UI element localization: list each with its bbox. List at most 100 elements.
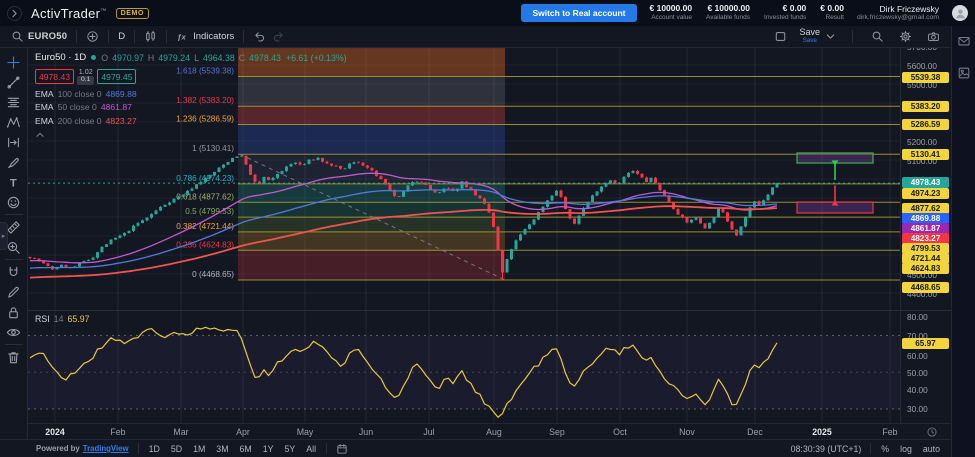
rsi-chart[interactable] xyxy=(28,311,900,423)
tool-fib-retracement[interactable] xyxy=(3,92,25,112)
price-badge: 5286.59 xyxy=(902,119,949,130)
tool-eye[interactable] xyxy=(3,322,25,342)
tool-lock[interactable] xyxy=(3,302,25,322)
gallery-icon[interactable] xyxy=(957,66,971,85)
time-axis-label: Dec xyxy=(747,427,763,437)
auto-scale-toggle[interactable]: auto xyxy=(922,444,941,454)
sell-button[interactable]: 4978.43 xyxy=(35,69,74,84)
divider xyxy=(138,443,139,454)
log-scale-toggle[interactable]: log xyxy=(899,444,913,454)
interval-button[interactable]: D xyxy=(115,29,128,44)
person-icon xyxy=(954,7,967,20)
expand-sidebar-button[interactable] xyxy=(7,6,22,21)
divider xyxy=(5,214,23,215)
magnet-icon xyxy=(6,265,21,280)
tool-brush[interactable] xyxy=(3,152,25,172)
undo-icon xyxy=(253,30,266,43)
compare-add-button[interactable] xyxy=(83,28,102,45)
chart-style-button[interactable] xyxy=(141,28,160,45)
tool-text[interactable]: T xyxy=(3,172,25,192)
indicators-button[interactable]: ƒx Indicators xyxy=(173,28,237,45)
time-axis-label: Jun xyxy=(359,427,373,437)
switch-to-real-button[interactable]: Switch to Real account xyxy=(521,4,636,22)
range-1y[interactable]: 1Y xyxy=(262,444,275,454)
lot-size[interactable]: 0.1 xyxy=(77,76,94,85)
panel-expand-handle[interactable]: ▸ xyxy=(0,222,8,250)
divider xyxy=(166,30,167,43)
save-button[interactable]: Save Save xyxy=(799,28,820,44)
app-root: ActivTrader™ DEMO Switch to Real account… xyxy=(0,0,975,457)
time-axis-label: Apr xyxy=(236,427,250,437)
time-axis-label: Aug xyxy=(486,427,502,437)
calendar-icon[interactable] xyxy=(336,443,348,455)
time-axis[interactable]: 2024FebMarAprMayJunJulAugSepOctNovDec202… xyxy=(28,423,951,439)
powered-by-label: Powered by xyxy=(36,444,80,453)
percent-scale-toggle[interactable]: % xyxy=(880,444,890,454)
mail-icon[interactable] xyxy=(957,34,971,53)
time-axis-label: 2024 xyxy=(45,427,65,437)
range-5y[interactable]: 5Y xyxy=(284,444,297,454)
interval-label: D xyxy=(118,31,125,42)
legend-collapse-button[interactable] xyxy=(35,130,51,140)
symbol-search[interactable]: EURO50 xyxy=(8,28,70,45)
range-3m[interactable]: 3M xyxy=(215,444,229,454)
avatar[interactable] xyxy=(952,5,968,21)
stat-value: € 0.00 xyxy=(820,4,844,14)
snapshot-button[interactable] xyxy=(924,28,943,45)
tool-xabcd-pattern[interactable] xyxy=(3,112,25,132)
rsi-name: RSI xyxy=(35,314,50,324)
user-email: dirk.friczewsky@gmail.com xyxy=(857,14,939,22)
pane-divider[interactable] xyxy=(28,310,951,311)
stat-value: € 10000.00 xyxy=(650,4,693,14)
chart-area[interactable]: 1.618 (5539.38)1.382 (5383.20)1.236 (528… xyxy=(28,48,900,423)
tool-draw[interactable] xyxy=(3,282,25,302)
tool-date-price-range[interactable] xyxy=(3,132,25,152)
chart-settings-button[interactable] xyxy=(896,28,915,45)
price-badge: 4624.83 xyxy=(902,263,949,274)
ohlc-key: L xyxy=(194,53,199,63)
stat-label: Invested funds xyxy=(764,14,806,21)
range-6m[interactable]: 6M xyxy=(239,444,253,454)
undo-button[interactable] xyxy=(250,28,269,45)
indicator-row[interactable]: EMA50 close 04861.87 xyxy=(35,102,347,112)
chart-search-button[interactable] xyxy=(868,28,887,45)
indicator-params: 50 close 0 xyxy=(58,102,97,112)
indicator-row[interactable]: EMA100 close 04869.88 xyxy=(35,89,347,99)
xabcd-pattern-icon xyxy=(6,115,21,130)
app-logo: ActivTrader™ xyxy=(31,6,107,21)
tool-magnet[interactable] xyxy=(3,262,25,282)
rsi-tick: 40.00 xyxy=(907,385,928,395)
redo-button[interactable] xyxy=(269,28,288,45)
tool-trend-line[interactable] xyxy=(3,72,25,92)
ohlc-key: H xyxy=(148,53,154,63)
tool-emoji[interactable] xyxy=(3,192,25,212)
timezone-clock-icon[interactable] xyxy=(926,426,938,438)
user-name: Dirk Friczewsky xyxy=(857,4,939,14)
range-5d[interactable]: 5D xyxy=(170,444,183,454)
indicator-value: 4869.88 xyxy=(106,89,137,99)
tool-crosshair[interactable] xyxy=(3,52,25,72)
indicator-row[interactable]: EMA200 close 04823.27 xyxy=(35,116,347,126)
price-badge: 4869.88 xyxy=(902,213,949,224)
clock-label[interactable]: 08:30:39 (UTC+1) xyxy=(791,444,862,454)
layout-icon xyxy=(774,30,787,43)
chevron-right-icon xyxy=(8,7,21,20)
chevron-down-icon[interactable] xyxy=(824,30,837,43)
price-badge: 4721.44 xyxy=(902,253,949,264)
range-all[interactable]: All xyxy=(305,444,317,454)
tool-trash[interactable] xyxy=(3,347,25,367)
layout-button[interactable] xyxy=(771,28,790,45)
buy-button[interactable]: 4979.45 xyxy=(97,69,136,84)
divider xyxy=(870,443,871,454)
indicator-name: EMA xyxy=(35,116,54,126)
range-1m[interactable]: 1M xyxy=(192,444,206,454)
user-profile[interactable]: Dirk Friczewsky dirk.friczewsky@gmail.co… xyxy=(857,4,939,22)
account-stat: € 10000.00Account value xyxy=(650,4,693,21)
order-widget: 4978.43 1.02 0.1 4979.45 xyxy=(35,68,347,85)
time-axis-label: 2025 xyxy=(812,427,832,437)
legend-symbol[interactable]: Euro50 · 1D xyxy=(35,52,86,63)
price-axis[interactable]: 5700.005600.005500.005400.005200.005100.… xyxy=(900,48,951,423)
tradingview-link[interactable]: TradingView xyxy=(83,444,129,453)
right-rail xyxy=(951,26,975,457)
range-1d[interactable]: 1D xyxy=(148,444,161,454)
